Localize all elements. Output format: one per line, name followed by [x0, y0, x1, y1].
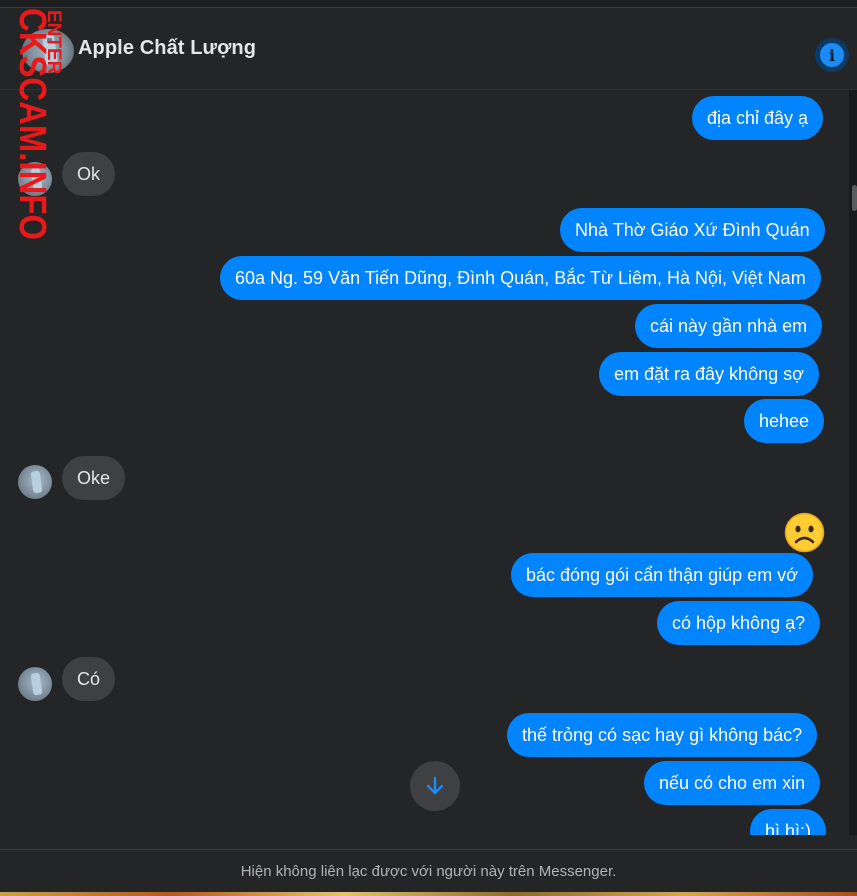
message-bubble-outgoing[interactable]: hì hì:)	[750, 809, 827, 835]
message-bubble-outgoing[interactable]: bác đóng gói cẩn thận giúp em vớ	[511, 553, 813, 597]
conversation-info-button[interactable]: i	[815, 38, 849, 72]
message-text: Oke	[77, 468, 111, 488]
message-text: cái này gần nhà em	[650, 316, 808, 336]
message-bubble-outgoing[interactable]: em đặt ra đây không sợ	[599, 352, 819, 396]
message-bubble-incoming[interactable]: Oke	[62, 456, 126, 500]
contact-avatar[interactable]	[18, 162, 52, 196]
message-bubble-outgoing[interactable]: cái này gần nhà em	[635, 304, 823, 348]
message-text: có hộp không ạ?	[672, 613, 806, 633]
message-text: 60a Ng. 59 Văn Tiến Dũng, Đình Quán, Bắc…	[235, 268, 806, 288]
message-text: địa chỉ đây ạ	[707, 108, 809, 128]
message-bubble-outgoing[interactable]: Nhà Thờ Giáo Xứ Đình Quán	[560, 208, 825, 252]
arrow-down-icon	[426, 776, 444, 795]
message-bubble-outgoing[interactable]: có hộp không ạ?	[657, 601, 821, 645]
message-text: Ok	[77, 164, 101, 184]
message-bubble-incoming[interactable]: Có	[62, 657, 116, 701]
messenger-window: Apple Chất Lượng i địa chỉ đây ạ Ok Nhà …	[0, 0, 857, 896]
message-bubble-outgoing[interactable]: thế trỏng có sạc hay gì không bác?	[507, 713, 818, 757]
message-thread[interactable]: địa chỉ đây ạ Ok Nhà Thờ Giáo Xứ Đình Qu…	[0, 90, 857, 835]
message-bubble-outgoing[interactable]: nếu có cho em xin	[644, 761, 821, 805]
contact-name[interactable]: Apple Chất Lượng	[78, 37, 256, 60]
message-bubble-outgoing[interactable]: 60a Ng. 59 Văn Tiến Dũng, Đình Quán, Bắc…	[220, 256, 821, 300]
message-text: bác đóng gói cẩn thận giúp em vớ	[526, 565, 798, 585]
notice-text: Hiện không liên lạc được với người này t…	[240, 862, 617, 880]
contact-avatar[interactable]	[18, 667, 52, 701]
message-text: hehee	[759, 411, 810, 431]
contact-avatar[interactable]	[18, 465, 52, 499]
message-text: thế trỏng có sạc hay gì không bác?	[522, 725, 803, 745]
contact-avatar[interactable]	[22, 29, 74, 73]
message-bubble-outgoing[interactable]: hehee	[744, 399, 825, 443]
message-bubble-incoming[interactable]: Ok	[62, 152, 116, 196]
message-text: hì hì:)	[765, 821, 812, 835]
info-icon: i	[820, 43, 844, 67]
background-strip	[0, 892, 857, 896]
message-text: Có	[77, 669, 101, 689]
scroll-to-bottom-button[interactable]	[410, 761, 460, 811]
conversation-header: Apple Chất Lượng i	[0, 8, 857, 90]
message-bubble-outgoing[interactable]: địa chỉ đây ạ	[692, 96, 824, 140]
message-text: Nhà Thờ Giáo Xứ Đình Quán	[575, 220, 810, 240]
frowning-face-emoji[interactable]	[784, 512, 825, 553]
scrollbar-thumb[interactable]	[852, 185, 857, 211]
message-text: nếu có cho em xin	[659, 773, 806, 793]
top-border	[0, 0, 857, 8]
message-text: em đặt ra đây không sợ	[614, 364, 804, 384]
messenger-unavailable-notice: Hiện không liên lạc được với người này t…	[0, 849, 857, 892]
